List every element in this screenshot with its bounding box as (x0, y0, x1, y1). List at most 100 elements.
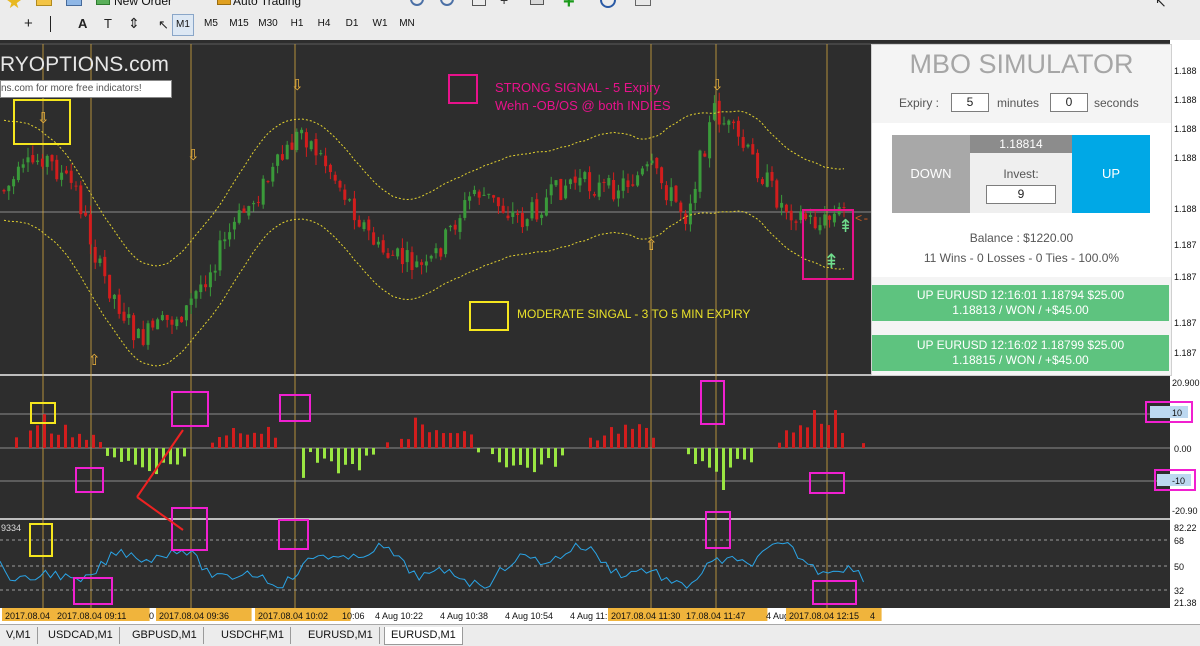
signal-arrow-down-icon: ⇩ (37, 110, 50, 127)
indicator1-axis-label: 0.00 (1174, 444, 1192, 454)
candle-body (338, 180, 342, 188)
down-button[interactable]: DOWN (892, 135, 970, 213)
trade-history-line2: 1.18813 / WON / +$45.00 (952, 303, 1089, 317)
indicator1-bar-up (645, 427, 648, 448)
indicator1-bar-down (694, 448, 697, 464)
indicator1-bar-up (246, 434, 249, 448)
candle-body (405, 250, 409, 263)
indicator1-bar-up (638, 424, 641, 448)
timeframe-m30[interactable]: M30 (255, 14, 281, 34)
star-icon[interactable]: ★ (6, 0, 22, 13)
timeframe-d1[interactable]: D1 (342, 14, 362, 34)
candle-body (84, 212, 88, 216)
balance-label: Balance : $1220.00 (969, 231, 1074, 245)
indicator1-bar-up (85, 439, 88, 448)
auto-trading-button[interactable]: Auto Trading (233, 0, 301, 8)
candle-body (189, 298, 193, 305)
timeframe-m15[interactable]: M15 (226, 14, 252, 34)
time-axis-label: 10:06 (342, 611, 365, 621)
time-axis-label: 2017.08.04 11:30 (611, 611, 680, 621)
candle-body (208, 272, 212, 288)
candle-body (640, 168, 644, 175)
candle-body (50, 155, 54, 162)
folder-icon[interactable] (36, 0, 52, 6)
indicator1-bar-up (806, 427, 809, 448)
candle-body (261, 178, 265, 205)
indicator1-bar-up (407, 439, 410, 448)
new-order-icon[interactable] (96, 0, 110, 5)
pointer-icon[interactable]: ↖ (1155, 0, 1167, 11)
indicator1-bar-down (148, 448, 151, 472)
timeframe-h1[interactable]: H1 (287, 14, 307, 34)
candle-body (60, 172, 64, 180)
crosshair-tool-icon[interactable]: + (24, 15, 33, 32)
symbol-tab[interactable]: GBPUSD,M1 (126, 627, 204, 644)
buy-arrow-icon: ⇞ (823, 251, 840, 273)
candle-body (804, 213, 808, 220)
candle-body (472, 189, 476, 194)
grid-icon[interactable] (472, 0, 486, 6)
invest-input[interactable]: 9 (986, 185, 1056, 204)
candle-body (271, 166, 275, 182)
indicator1-bar-up (218, 437, 221, 448)
candle-body (664, 185, 668, 201)
indicators-icon[interactable] (530, 0, 544, 5)
candle-body (549, 184, 553, 196)
indicator1-bar-down (316, 448, 319, 463)
candle-body (343, 189, 347, 200)
up-button[interactable]: UP (1072, 135, 1150, 213)
vertical-line-icon[interactable] (50, 16, 51, 32)
timeframe-m5[interactable]: M5 (201, 14, 221, 34)
indicator1-bar-up (386, 442, 389, 448)
history-icon[interactable] (600, 0, 616, 8)
zoom-in-icon[interactable] (410, 0, 424, 6)
indicator2-axis-label: 50 (1174, 562, 1184, 572)
candle-body (333, 174, 337, 181)
toolbar: ★ New Order Auto Trading + + ↖ ↖ + A T ⇕… (0, 0, 1200, 41)
timeframe-m1[interactable]: M1 (172, 14, 194, 36)
timeframe-w1[interactable]: W1 (370, 14, 390, 34)
auto-trading-icon[interactable] (217, 0, 231, 5)
text-tool-icon[interactable]: A (78, 16, 87, 31)
symbol-tab[interactable]: EURUSD,M1 (384, 627, 463, 645)
monitor-icon[interactable] (66, 0, 82, 6)
candle-body (64, 170, 68, 174)
candle-body (295, 131, 299, 150)
signal-arrow-up-icon: ⇧ (645, 237, 658, 254)
moderate-signal-note: MODERATE SINGAL - 3 TO 5 MIN EXPIRY (517, 307, 751, 321)
arrows-tool-icon[interactable]: ⇕ (128, 15, 140, 32)
timeframe-h4[interactable]: H4 (314, 14, 334, 34)
candle-body (213, 270, 217, 273)
screenshot-icon[interactable] (635, 0, 651, 6)
new-order-button[interactable]: New Order (114, 0, 172, 8)
candle-body (55, 159, 59, 180)
symbol-tab[interactable]: V,M1 (0, 627, 38, 644)
indicator1-bar-up (57, 434, 60, 448)
symbol-tab[interactable]: USDCHF,M1 (215, 627, 291, 644)
zoom-out-icon[interactable] (440, 0, 454, 6)
indicator1-bar-down (323, 448, 326, 459)
indicator1-bar-up (449, 432, 452, 448)
candle-body (751, 144, 755, 155)
brand-label: RYOPTIONS.com (0, 53, 169, 76)
symbol-tab[interactable]: EURUSD,M1 (302, 627, 380, 644)
candle-body (252, 203, 256, 205)
candle-body (434, 248, 438, 254)
label-tool-icon[interactable]: T (104, 16, 112, 31)
time-axis-label: 2017.08.04 09:11 (57, 611, 126, 621)
expiry-minutes-input[interactable]: 5 (951, 93, 989, 112)
crosshair-icon[interactable]: + (500, 0, 508, 8)
candle-body (564, 185, 568, 199)
candle-body (300, 129, 304, 134)
timeframe-mn[interactable]: MN (397, 14, 417, 34)
candle-body (756, 152, 760, 179)
candle-body (621, 178, 625, 191)
symbol-tab[interactable]: USDCAD,M1 (42, 627, 120, 644)
add-indicator-icon[interactable]: + (563, 0, 575, 14)
indicator1-bar-up (435, 430, 438, 448)
indicator1-upper-box (1150, 406, 1188, 418)
indicator1-bar-down (372, 448, 375, 455)
cursor-icon[interactable]: ↖ (158, 17, 169, 33)
candle-body (636, 175, 640, 186)
expiry-seconds-input[interactable]: 0 (1050, 93, 1088, 112)
